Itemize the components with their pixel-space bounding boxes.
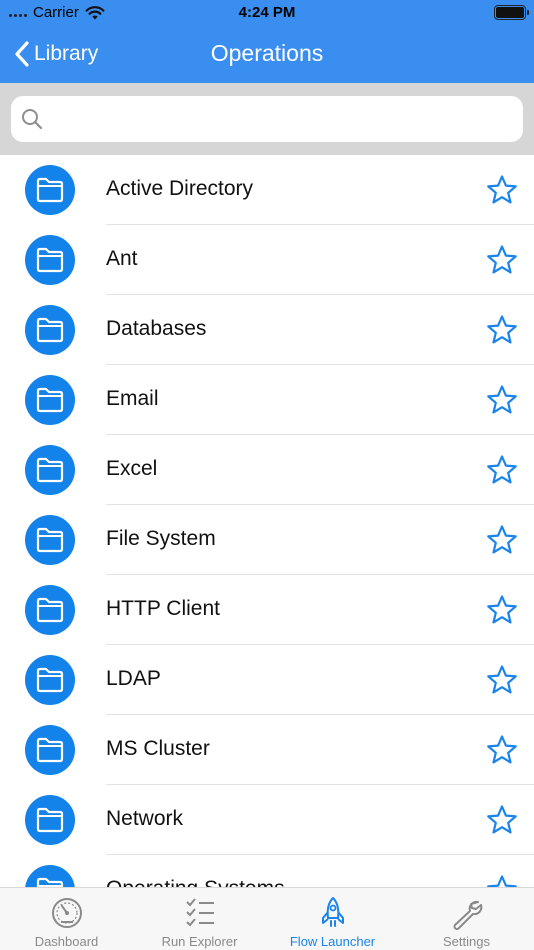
checklist-icon — [185, 898, 214, 927]
list-item-label: LDAP — [106, 667, 161, 690]
operations-list: Active Directory Ant Databases Email Excel Fi… — [0, 155, 534, 887]
folder-badge — [25, 305, 75, 355]
tab-flow-launcher-label: Flow Launcher — [289, 934, 376, 949]
star-icon[interactable] — [486, 454, 518, 486]
folder-badge — [25, 725, 75, 775]
gauge-icon — [51, 898, 82, 928]
star-icon[interactable] — [486, 174, 518, 206]
tab-run-explorer-label: Run Explorer — [161, 934, 238, 949]
list-item-label: HTTP Client — [106, 597, 220, 620]
star-icon[interactable] — [486, 594, 518, 626]
tab-dashboard[interactable]: Dashboard — [0, 888, 133, 950]
folder-badge — [25, 375, 75, 425]
tab-settings[interactable]: Settings — [400, 888, 533, 950]
folder-badge — [25, 585, 75, 635]
rocket-icon — [321, 897, 344, 927]
list-item[interactable]: Network — [0, 785, 534, 855]
folder-icon — [36, 457, 64, 483]
folder-icon — [36, 877, 64, 887]
folder-icon — [36, 317, 64, 343]
search-field[interactable] — [11, 96, 523, 142]
status-bar: Carrier 4:24 PM — [0, 0, 534, 28]
list-item-label: MS Cluster — [106, 737, 210, 760]
wrench-icon — [453, 900, 482, 930]
star-icon[interactable] — [486, 804, 518, 836]
folder-badge — [25, 795, 75, 845]
list-item-label: Email — [106, 387, 159, 410]
folder-icon — [36, 177, 64, 203]
folder-badge — [25, 655, 75, 705]
folder-icon — [36, 247, 64, 273]
list-item[interactable]: Operating Systems — [0, 855, 534, 887]
header: Carrier 4:24 PM Library Operations — [0, 0, 534, 83]
folder-badge — [25, 235, 75, 285]
tab-run-explorer[interactable]: Run Explorer — [133, 888, 266, 950]
folder-icon — [36, 737, 64, 763]
list-item-label: Active Directory — [106, 177, 254, 200]
list-item-label: Databases — [106, 317, 207, 340]
navigation-bar: Library Operations — [0, 28, 534, 83]
search-bar — [0, 83, 534, 155]
battery-level — [496, 7, 524, 18]
list-item-label: Operating Systems — [106, 877, 285, 887]
folder-icon — [36, 807, 64, 833]
folder-icon — [36, 667, 64, 693]
folder-icon — [36, 527, 64, 553]
star-icon[interactable] — [486, 314, 518, 346]
list-item[interactable]: LDAP — [0, 645, 534, 715]
list-item[interactable]: Databases — [0, 295, 534, 365]
list-item[interactable]: Ant — [0, 225, 534, 295]
folder-badge — [25, 515, 75, 565]
tab-settings-label: Settings — [443, 934, 490, 949]
search-input[interactable] — [51, 96, 511, 142]
list-item[interactable]: MS Cluster — [0, 715, 534, 785]
screen: Carrier 4:24 PM Library Operations Activ… — [0, 0, 534, 950]
list-item-label: Ant — [106, 247, 138, 270]
star-icon[interactable] — [486, 244, 518, 276]
star-icon[interactable] — [486, 384, 518, 416]
list-item-label: Network — [106, 807, 184, 830]
list-item[interactable]: Active Directory — [0, 155, 534, 225]
back-button[interactable]: Library — [14, 40, 98, 68]
star-icon[interactable] — [486, 524, 518, 556]
chevron-left-icon — [15, 41, 29, 67]
back-label: Library — [34, 42, 99, 65]
folder-badge — [25, 445, 75, 495]
folder-badge — [25, 165, 75, 215]
list-item[interactable]: File System — [0, 505, 534, 575]
tab-bar: Dashboard Run Explorer Flow Launcher Set… — [0, 887, 534, 950]
list-item-label: File System — [106, 527, 216, 550]
search-icon — [22, 109, 43, 130]
star-icon[interactable] — [486, 734, 518, 766]
star-icon[interactable] — [486, 664, 518, 696]
list-item[interactable]: HTTP Client — [0, 575, 534, 645]
star-icon[interactable] — [486, 874, 518, 887]
list-item-label: Excel — [106, 457, 158, 480]
folder-icon — [36, 387, 64, 413]
tab-dashboard-label: Dashboard — [34, 934, 99, 949]
folder-badge — [25, 865, 75, 887]
battery-icon — [494, 5, 529, 20]
tab-flow-launcher[interactable]: Flow Launcher — [266, 888, 399, 950]
folder-icon — [36, 597, 64, 623]
list-item[interactable]: Excel — [0, 435, 534, 505]
status-time: 4:24 PM — [238, 4, 296, 21]
list-item[interactable]: Email — [0, 365, 534, 435]
